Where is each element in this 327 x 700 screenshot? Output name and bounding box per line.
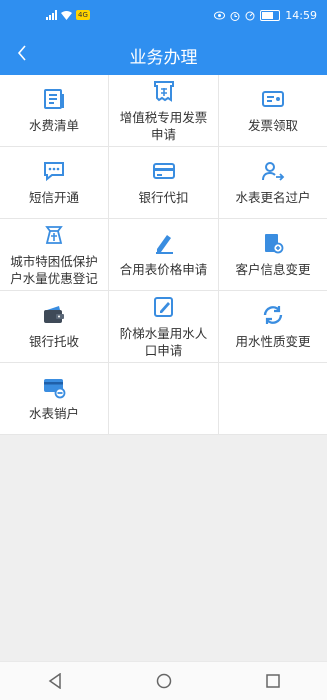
- network-badge: 4G: [76, 10, 90, 20]
- service-label: 水费清单: [28, 118, 79, 133]
- service-customer-info-change[interactable]: 客户信息变更: [219, 219, 327, 291]
- page-title: 业务办理: [129, 48, 198, 68]
- sms-icon: [44, 162, 64, 182]
- service-bank-collection[interactable]: 银行托收: [0, 291, 109, 363]
- service-label: 用水性质变更: [235, 334, 311, 349]
- service-meter-transfer[interactable]: 水表更名过户: [219, 147, 327, 219]
- service-bill-list[interactable]: 水费清单: [0, 75, 109, 147]
- triangle-back-icon: [48, 673, 61, 689]
- card-remove-icon: [44, 379, 66, 399]
- service-vat-invoice[interactable]: 增值税专用发票申请: [109, 75, 219, 147]
- wallet-icon: [44, 306, 64, 323]
- wifi-icon: [61, 11, 72, 20]
- subsidy-icon: [45, 225, 63, 244]
- service-label: 水表更名过户: [235, 190, 311, 205]
- service-meter-cancellation[interactable]: 水表销户: [0, 363, 109, 435]
- service-shared-meter-price[interactable]: 合用表价格申请: [109, 219, 219, 291]
- nav-recents-button[interactable]: [259, 667, 287, 695]
- empty-cell: [219, 363, 327, 435]
- service-label: 增值税专用发票申请: [119, 109, 208, 142]
- service-label: 水表销户: [28, 406, 79, 421]
- service-subsidy-registration[interactable]: 城市特困低保护户水量优惠登记: [0, 219, 109, 291]
- eye-icon: [214, 11, 226, 20]
- service-bank-debit[interactable]: 银行代扣: [109, 147, 219, 219]
- alarm-icon: [230, 11, 240, 21]
- invoice-icon: [153, 80, 174, 102]
- speed-icon: [245, 11, 255, 20]
- service-label: 发票领取: [247, 118, 298, 133]
- receipt-card-icon: [262, 91, 284, 107]
- status-time: 14:59: [285, 9, 317, 22]
- service-sms[interactable]: 短信开通: [0, 147, 109, 219]
- circle-home-icon: [156, 673, 171, 689]
- status-bar: 4G 14:59: [0, 0, 327, 32]
- service-label: 合用表价格申请: [119, 262, 208, 277]
- square-recents-icon: [265, 674, 280, 688]
- service-grid: 水费清单 增值税专用发票申请 发票领取 短信开通 银行代扣 水表更名过户 城市特…: [0, 75, 327, 435]
- info-change-icon: [265, 234, 284, 254]
- refresh-icon: [263, 306, 283, 324]
- user-transfer-icon: [262, 162, 285, 181]
- service-label: 客户信息变更: [235, 262, 311, 277]
- service-label: 短信开通: [28, 190, 79, 205]
- note-edit-icon: [153, 296, 173, 317]
- nav-back-button[interactable]: [41, 667, 69, 695]
- battery-icon: [260, 10, 281, 21]
- service-label: 城市特困低保护户水量优惠登记: [10, 253, 98, 286]
- service-label: 银行托收: [28, 334, 79, 349]
- system-nav-bar: [0, 661, 327, 700]
- edit-icon: [155, 235, 173, 254]
- bill-list-icon: [44, 89, 64, 109]
- nav-home-button[interactable]: [150, 667, 178, 695]
- empty-cell: [109, 363, 219, 435]
- header-bar: 业务办理: [0, 32, 327, 75]
- service-tiered-water-application[interactable]: 阶梯水量用水人口申请: [109, 291, 219, 363]
- signal-icon: [46, 10, 57, 20]
- service-water-usage-type-change[interactable]: 用水性质变更: [219, 291, 327, 363]
- service-invoice-pickup[interactable]: 发票领取: [219, 75, 327, 147]
- service-label: 阶梯水量用水人口申请: [119, 325, 208, 358]
- service-label: 银行代扣: [138, 190, 189, 205]
- bank-card-icon: [152, 163, 175, 179]
